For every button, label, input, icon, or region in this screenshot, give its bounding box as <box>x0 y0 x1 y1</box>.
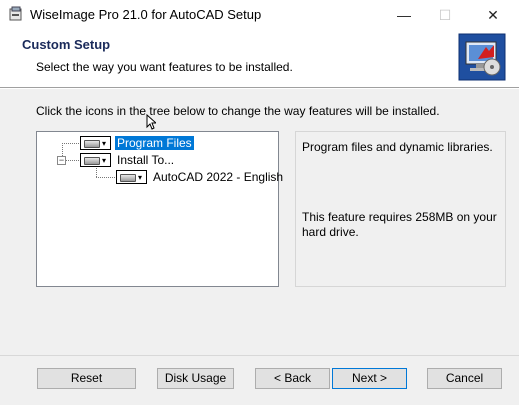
feature-description-panel: Program files and dynamic libraries. Thi… <box>295 131 506 287</box>
collapse-toggle-icon[interactable]: − <box>57 156 66 165</box>
tree-connector <box>62 143 80 144</box>
cancel-button[interactable]: Cancel <box>427 368 502 389</box>
drive-icon <box>120 174 136 182</box>
instruction-text: Click the icons in the tree below to cha… <box>36 104 440 118</box>
header-divider <box>0 88 519 89</box>
back-button[interactable]: < Back <box>255 368 330 389</box>
tree-item-install-to[interactable]: Install To... <box>117 153 174 167</box>
drive-icon <box>84 157 100 165</box>
tree-connector <box>96 166 97 177</box>
window-title: WiseImage Pro 21.0 for AutoCAD Setup <box>30 7 262 22</box>
feature-requirement: This feature requires 258MB on your hard… <box>302 210 497 239</box>
mouse-cursor-icon <box>146 114 156 130</box>
drive-icon <box>84 140 100 148</box>
tree-item-program-files[interactable]: Program Files <box>115 136 194 150</box>
next-button[interactable]: Next > <box>332 368 407 389</box>
page-title: Custom Setup <box>22 37 111 52</box>
disk-usage-button[interactable]: Disk Usage <box>157 368 234 389</box>
dropdown-arrow-icon: ▾ <box>102 156 107 165</box>
tree-connector <box>66 160 80 161</box>
feature-state-button-autocad-2022[interactable]: ▾ <box>116 170 147 184</box>
dropdown-arrow-icon: ▾ <box>102 139 107 148</box>
page-subtitle: Select the way you want features to be i… <box>36 60 293 74</box>
installer-icon <box>9 6 22 21</box>
header-banner: Custom Setup Select the way you want fea… <box>0 30 519 88</box>
title-bar: WiseImage Pro 21.0 for AutoCAD Setup — ☐… <box>0 0 519 30</box>
feature-state-button-program-files[interactable]: ▾ <box>80 136 111 150</box>
tree-item-autocad-2022[interactable]: AutoCAD 2022 - English <box>153 170 283 184</box>
close-button[interactable]: ✕ <box>470 0 516 30</box>
maximize-button: ☐ <box>438 7 452 23</box>
feature-tree[interactable]: ▾ Program Files − ▾ Install To... ▾ Auto… <box>36 131 283 287</box>
setup-computer-icon <box>458 33 506 81</box>
footer-divider <box>0 355 519 356</box>
minimize-button[interactable]: — <box>381 0 427 30</box>
dropdown-arrow-icon: ▾ <box>138 173 143 182</box>
feature-description: Program files and dynamic libraries. <box>302 140 493 154</box>
feature-state-button-install-to[interactable]: ▾ <box>80 153 111 167</box>
tree-connector <box>96 177 116 178</box>
reset-button[interactable]: Reset <box>37 368 136 389</box>
